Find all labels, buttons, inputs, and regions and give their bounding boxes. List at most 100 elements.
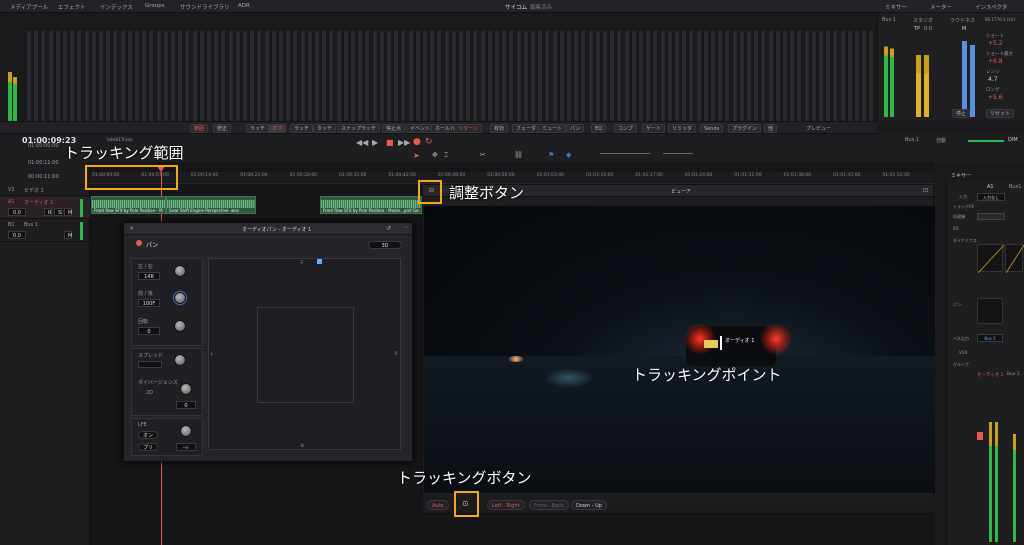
- dynamics-graph[interactable]: [977, 244, 1005, 274]
- sends-button[interactable]: Sends: [700, 124, 724, 133]
- bus-dynamics-graph[interactable]: [1005, 244, 1024, 274]
- link-icon[interactable]: ⛓: [514, 151, 523, 159]
- mode-edit-button[interactable]: 修正: [213, 124, 232, 133]
- down-up-button[interactable]: Down - Up: [571, 500, 607, 510]
- event-button[interactable]: イベント: [406, 124, 435, 133]
- play-icon[interactable]: ▶: [372, 138, 378, 147]
- loop-icon[interactable]: ↻: [425, 137, 433, 147]
- fader-button[interactable]: フェーダ: [512, 124, 541, 133]
- flag-icon[interactable]: ⚑: [548, 151, 554, 159]
- solo-button[interactable]: S: [54, 208, 62, 216]
- latch-button-2[interactable]: ラッチ: [290, 124, 314, 133]
- inspector-tab[interactable]: インスペクタ: [975, 3, 1007, 11]
- return-button[interactable]: リターン: [454, 124, 482, 133]
- fb-knob[interactable]: [174, 292, 186, 304]
- forward-icon[interactable]: ▶▶: [398, 138, 410, 147]
- lr-knob[interactable]: [174, 265, 186, 277]
- off-button[interactable]: オフ: [268, 124, 287, 133]
- enable-button[interactable]: 有効: [490, 124, 509, 133]
- rotation-value[interactable]: 0: [138, 327, 160, 335]
- auto-button[interactable]: Auto: [427, 500, 449, 510]
- razor-icon[interactable]: ✂: [480, 151, 486, 159]
- record-icon[interactable]: ●: [413, 137, 421, 147]
- stop-point-button[interactable]: 停止点: [382, 124, 406, 133]
- meters-tab[interactable]: メーター: [930, 3, 952, 11]
- lr-label: 左 / 右: [138, 264, 153, 270]
- a1-fader-handle[interactable]: [977, 432, 983, 440]
- stop-icon[interactable]: ■: [386, 138, 394, 147]
- comp-button[interactable]: コンプ: [614, 124, 637, 133]
- track-a1[interactable]: A1 オーディオ 1 0.0 R S M: [0, 197, 90, 219]
- divergence-mode[interactable]: 2D: [146, 390, 153, 396]
- preview-toggle[interactable]: プレビュー: [806, 125, 831, 132]
- divergence-knob[interactable]: [180, 383, 192, 395]
- record-arm-button[interactable]: R: [44, 208, 52, 216]
- mixer-pan-pad[interactable]: [977, 298, 1003, 324]
- bus-out-select[interactable]: Bus 1: [977, 334, 1003, 342]
- left-right-button[interactable]: Left - Right: [487, 500, 525, 510]
- rotation-knob[interactable]: [174, 320, 186, 332]
- pan-button[interactable]: パン: [566, 124, 585, 133]
- zoom-slider[interactable]: [600, 153, 650, 154]
- lfe-on-button[interactable]: オン: [138, 431, 158, 439]
- snap-latch-button[interactable]: スナップラッチ: [337, 124, 381, 133]
- fb-value[interactable]: 100F: [138, 299, 160, 307]
- groups-tab[interactable]: Groups: [145, 3, 165, 9]
- spread-field[interactable]: [138, 361, 162, 368]
- 3d-button[interactable]: 3D: [368, 241, 402, 249]
- media-pool-tab[interactable]: メディアプール: [10, 3, 48, 11]
- lr-value[interactable]: 14R: [138, 272, 160, 280]
- other-button[interactable]: 他: [764, 124, 778, 133]
- pan-enable-icon[interactable]: [136, 240, 142, 246]
- adr-tab[interactable]: ADR: [238, 3, 250, 9]
- sound-library-tab[interactable]: サウンドライブラリ: [180, 3, 230, 11]
- pan-position-handle[interactable]: [317, 259, 322, 264]
- front-back-button[interactable]: Front - Back: [529, 500, 569, 510]
- track-b1[interactable]: B1 Bus 1 0.0 M: [0, 220, 90, 242]
- eq-button[interactable]: EQ: [591, 124, 607, 133]
- lfe-pre-button[interactable]: プリ: [138, 443, 158, 451]
- divergence-value[interactable]: 0: [176, 401, 196, 409]
- lfe-knob[interactable]: [180, 425, 192, 437]
- select-tool-icon[interactable]: ➤: [413, 151, 420, 160]
- order-fx-box[interactable]: [977, 213, 1005, 220]
- marker-icon[interactable]: ◆: [566, 151, 571, 159]
- viewer-options-icon[interactable]: ⊡: [923, 187, 928, 194]
- mixer-track-name: オーディオ 1: [977, 373, 1004, 378]
- audio-clip-3[interactable]: Front Row SFX by Pole Position - Maste..…: [320, 196, 422, 214]
- latch-button[interactable]: ラッチ: [246, 124, 270, 133]
- track-v1[interactable]: V1 ビデオ 1: [0, 184, 90, 196]
- more-icon[interactable]: ⋯: [402, 224, 408, 231]
- close-icon[interactable]: ×: [129, 225, 134, 232]
- loudness-stop-button[interactable]: 停止: [952, 109, 971, 118]
- spread-knob[interactable]: [174, 354, 186, 366]
- mixer-tab[interactable]: ミキサー: [885, 3, 907, 11]
- limiter-button[interactable]: リミッタ: [668, 124, 697, 133]
- range-tool-icon[interactable]: ✥: [432, 151, 438, 159]
- track-level[interactable]: 0.0: [8, 208, 26, 216]
- touch-button[interactable]: タッチ: [313, 124, 337, 133]
- tracking-marker-icon[interactable]: [720, 336, 722, 350]
- effects-tab[interactable]: エフェクト: [58, 3, 86, 11]
- master-volume-slider[interactable]: [968, 140, 1004, 142]
- zoom-slider-2[interactable]: [663, 153, 693, 154]
- lfe-value[interactable]: -∞: [176, 443, 196, 451]
- dim-button[interactable]: DIM: [1008, 137, 1018, 143]
- bus-mute-button[interactable]: M: [64, 231, 72, 239]
- plugin-button[interactable]: プラグイン: [728, 124, 762, 133]
- audio-clip-1[interactable]: Front Row SFX by Pole Position - Mast...: [91, 196, 166, 214]
- mute-button[interactable]: M: [64, 208, 72, 216]
- reset-icon[interactable]: ↺: [386, 225, 391, 232]
- pan-position-grid[interactable]: F B L R: [208, 258, 401, 450]
- loudness-reset-button[interactable]: リセット: [986, 109, 1015, 118]
- mode-range-button[interactable]: 範囲: [190, 124, 209, 133]
- pan-window-header[interactable]: × オーディオパン - オーディオ 1 ↺ ⋯: [124, 223, 412, 235]
- mixer-input-select[interactable]: 入力なし: [977, 193, 1005, 201]
- audio-clip-2[interactable]: Gear Shift Engine Perspective .wav: [166, 196, 256, 214]
- bus-level[interactable]: 0.0: [8, 231, 26, 239]
- rewind-icon[interactable]: ◀◀: [356, 138, 368, 147]
- trim-tool-icon[interactable]: ⌶: [444, 151, 448, 160]
- gate-button[interactable]: ゲート: [642, 124, 666, 133]
- index-tab[interactable]: インデックス: [100, 3, 133, 11]
- mute-button[interactable]: ミュート: [538, 124, 567, 133]
